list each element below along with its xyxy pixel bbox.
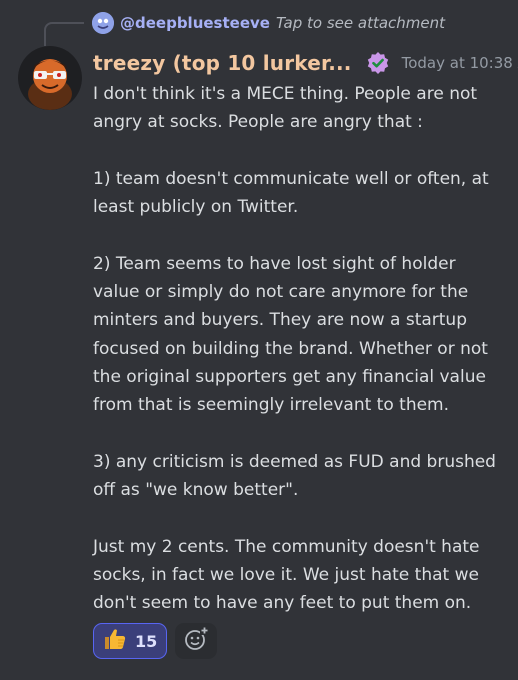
message-line-break bbox=[93, 137, 503, 165]
message-line: focused on building the brand. Whether o… bbox=[93, 338, 488, 359]
message-line: the original supporters get any financia… bbox=[93, 366, 486, 387]
thumbs-up-icon bbox=[103, 627, 127, 655]
message-line-break bbox=[93, 504, 503, 532]
message-line: don't seem to have any feet to put them … bbox=[93, 593, 472, 614]
message-line: least publicly on Twitter. bbox=[93, 197, 299, 218]
message-line: value or simply do not care anymore for … bbox=[93, 282, 469, 303]
message-content: I don't think it's a MECE thing. People … bbox=[93, 80, 503, 618]
add-reaction-icon bbox=[183, 626, 210, 656]
reply-preview[interactable]: @deepbluesteeve Tap to see attachment bbox=[92, 10, 445, 36]
add-reaction-button[interactable] bbox=[175, 623, 218, 659]
reaction-count: 15 bbox=[135, 631, 158, 651]
message-line: 3) any criticism is deemed as FUD and br… bbox=[93, 451, 496, 472]
message-line: minters and buyers. They are now a start… bbox=[93, 310, 467, 331]
message-header: treezy (top 10 lurker... Today at 10:38 … bbox=[93, 48, 518, 78]
message-line: socks, in fact we love it. We just hate … bbox=[93, 565, 479, 586]
reaction-thumbs-up[interactable]: 15 bbox=[93, 623, 168, 659]
message-line: off as "we know better". bbox=[93, 480, 299, 501]
message-line: I don't think it's a MECE thing. People … bbox=[93, 84, 478, 104]
message-line-break bbox=[93, 420, 503, 448]
message-line: from that is seemingly irrelevant to the… bbox=[93, 395, 450, 416]
message-timestamp[interactable]: Today at 10:38 AM bbox=[402, 54, 518, 72]
verified-badge-icon[interactable] bbox=[366, 51, 390, 75]
reply-attachment-hint[interactable]: Tap to see attachment bbox=[276, 14, 445, 32]
author-username[interactable]: treezy (top 10 lurker... bbox=[93, 51, 352, 75]
message-line: 2) Team seems to have lost sight of hold… bbox=[93, 253, 456, 274]
reply-username[interactable]: @deepbluesteeve bbox=[120, 14, 270, 32]
message-line: Just my 2 cents. The community doesn't h… bbox=[93, 536, 480, 557]
reply-avatar-icon bbox=[92, 12, 114, 34]
reactions-bar: 15 bbox=[93, 623, 218, 659]
reply-connector-line bbox=[44, 22, 84, 46]
message-line: angry at socks. People are angry that : bbox=[93, 112, 423, 133]
message-line-break bbox=[93, 221, 503, 249]
message-line: 1) team doesn't communicate well or ofte… bbox=[93, 168, 489, 189]
author-avatar[interactable] bbox=[18, 46, 82, 110]
